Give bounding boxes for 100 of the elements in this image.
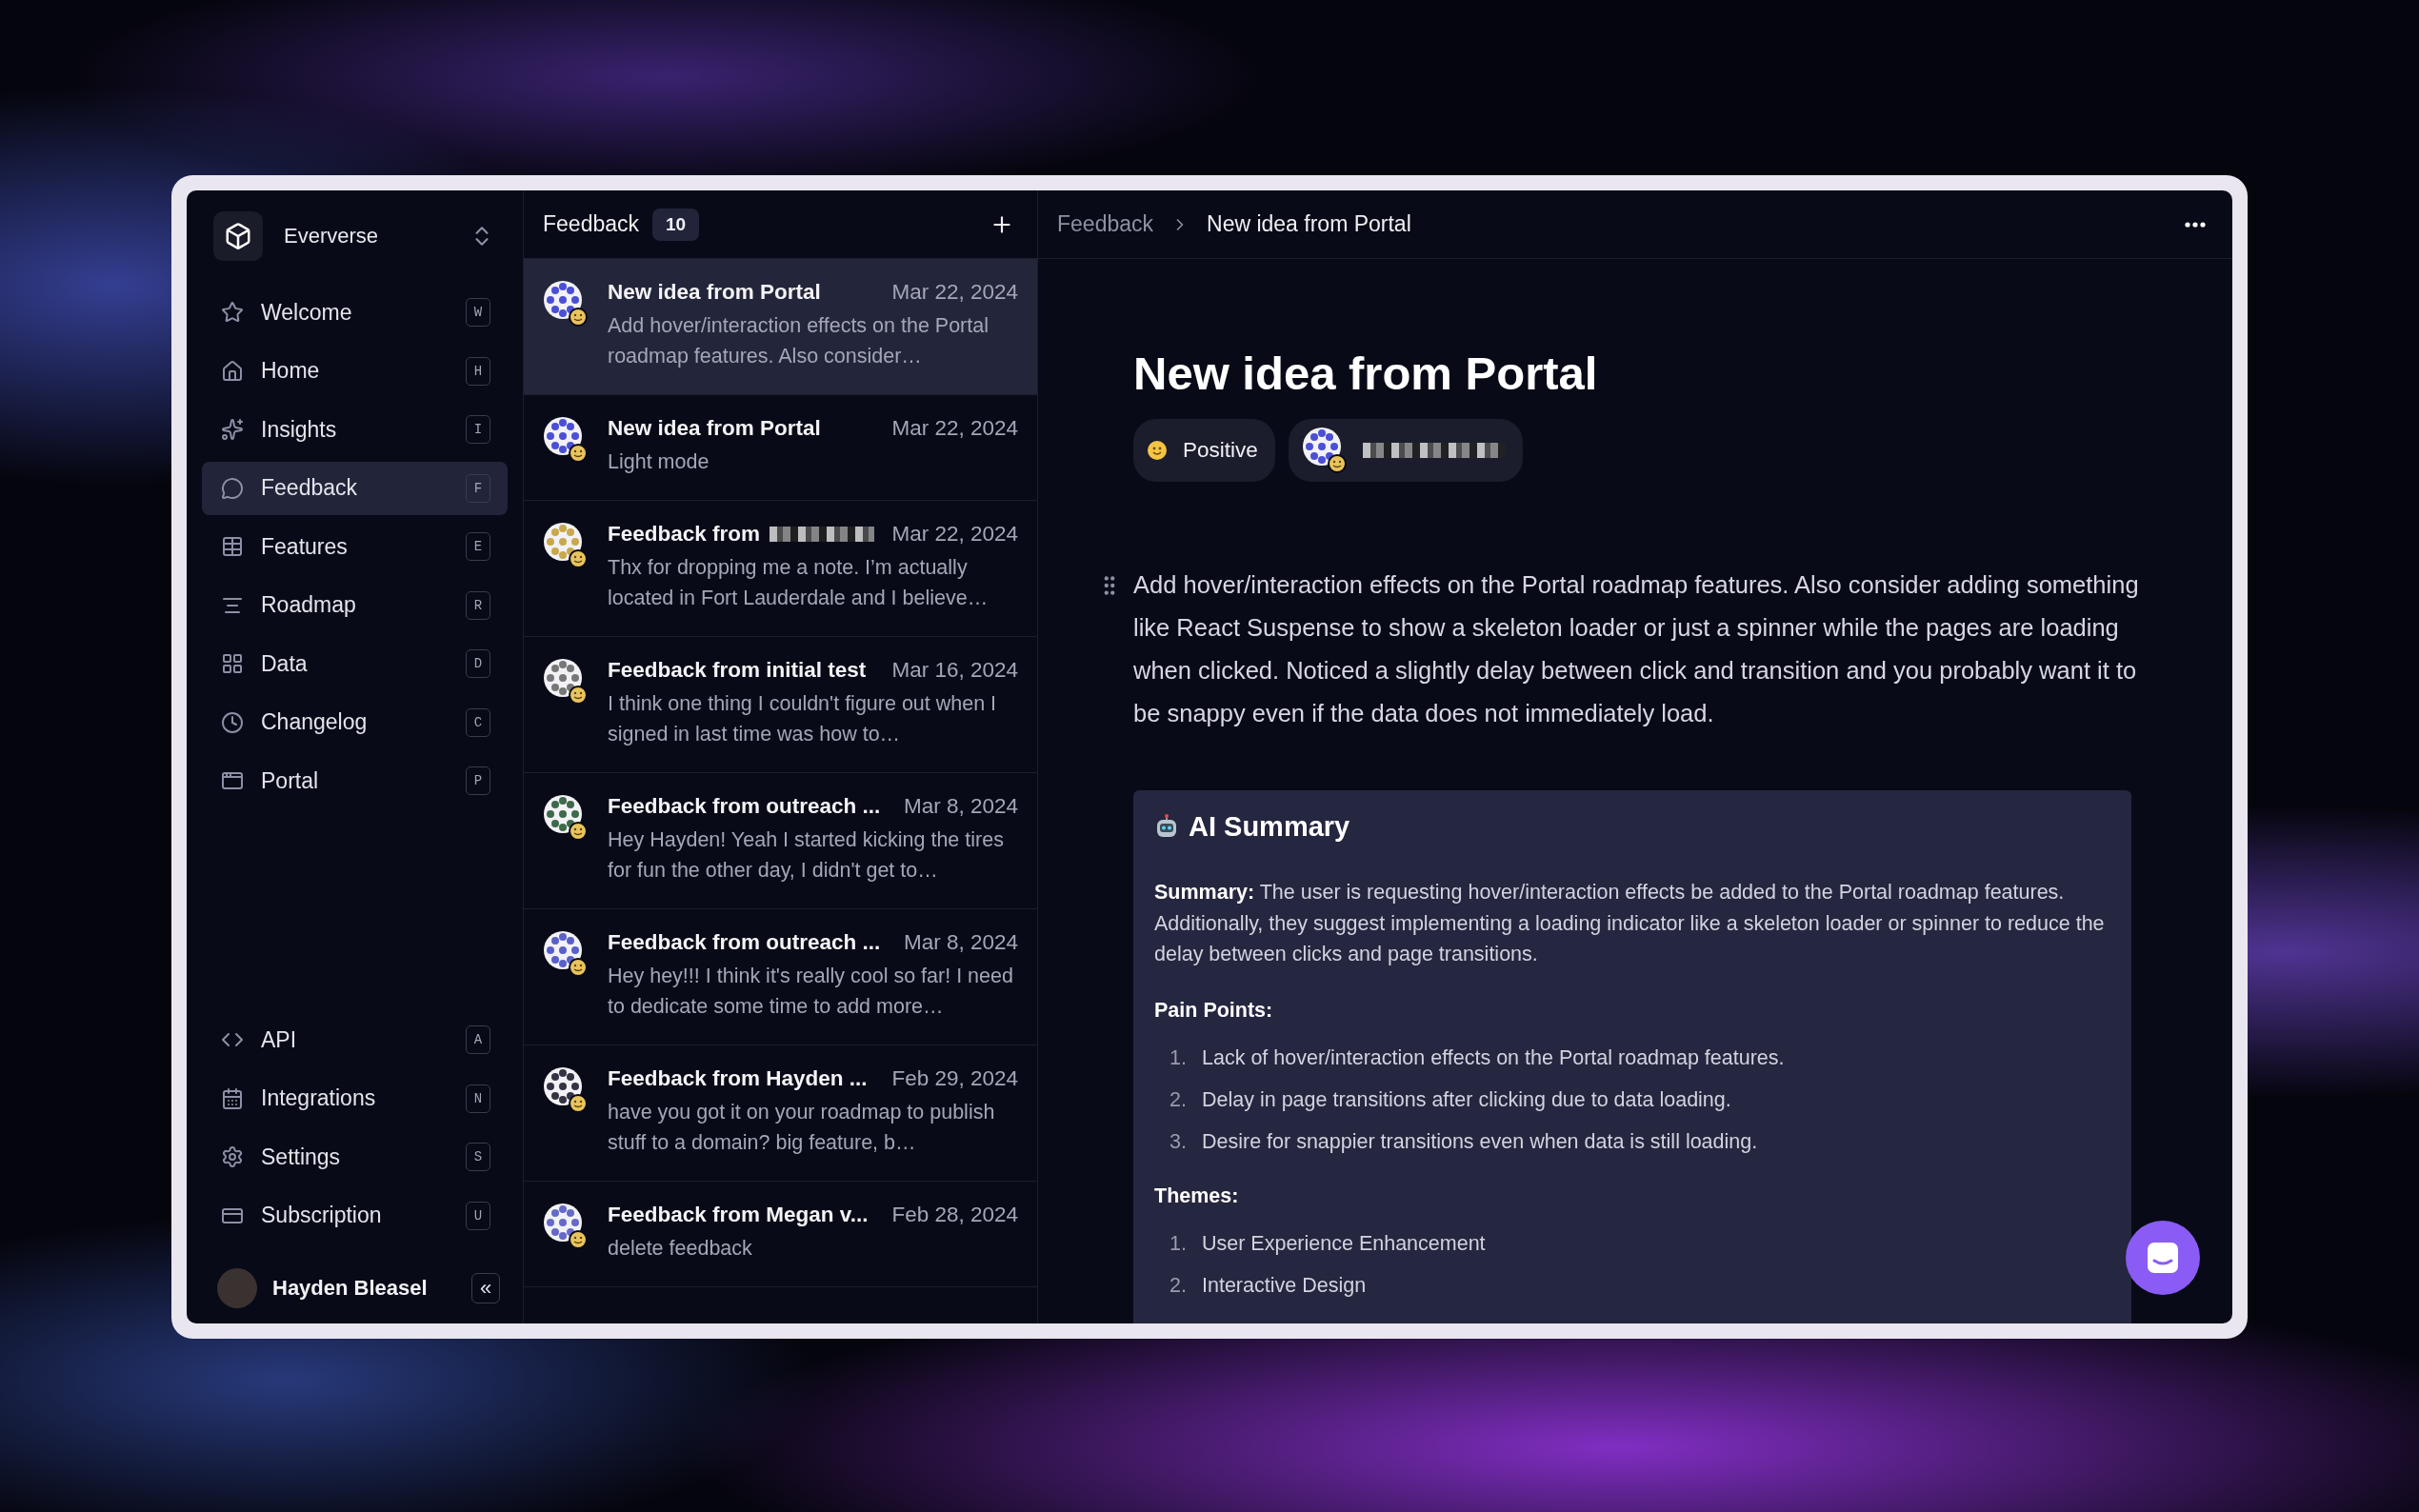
feedback-preview: Hey hey!!! I think it's really cool so far! I need to dedicate some time to add more… [608,964,1014,1020]
chat-icon [2145,1240,2181,1276]
summary-title: AI Summary [1189,811,1350,843]
nav-item[interactable]: Subscription U [202,1188,508,1243]
home-icon [221,359,244,383]
feedback-title: New idea from Portal [608,280,821,305]
feedback-body: Add hover/interaction effects on the Portal roadmap features. Also consider adding something like React Suspense to show a skeleton loader or just a spinner while the pages are loading when clicked. Noticed a slightly delay between click and transition and you probably want it to be snappy even if the data does not immediately load. [1133,570,2140,728]
feedback-date: Feb 28, 2024 [891,1203,1018,1227]
shortcut-key: S [466,1143,490,1171]
feedback-row[interactable]: Feedback from outreach ... Mar 8, 2024 Hey Hayden! Yeah I started kicking the tires for fun the other day, I didn't get to… [524,773,1037,909]
smiley-icon [1147,440,1168,461]
sentiment-chip[interactable]: Positive [1133,419,1275,482]
nav-item[interactable]: Settings S [202,1130,508,1184]
avatar-icon [543,794,589,842]
feedback-preview: have you got it on your roadmap to publish stuff to a domain? big feature, b… [608,1100,996,1156]
user-name: Hayden Bleasel [272,1276,429,1301]
nav-item[interactable]: Features E [202,520,508,573]
workspace-name: Eververse [284,224,380,249]
avatar-icon [543,658,589,706]
feedback-preview: Light mode [608,449,710,475]
grid-icon [221,652,244,675]
shortcut-key: W [466,298,490,327]
table-icon [221,535,244,558]
feedback-row[interactable]: Feedback from Hayden ... Feb 29, 2024 have you got it on your roadmap to publish stuff to a domain? big feature, b… [524,1045,1037,1182]
feedback-title: Feedback from Hayden ... [608,1066,868,1091]
shortcut-key: R [466,590,490,620]
feedback-date: Feb 29, 2024 [891,1066,1018,1091]
feedback-row[interactable]: New idea from Portal Mar 22, 2024 Add hover/interaction effects on the Portal roadmap features. Also consider… [524,259,1037,395]
shortcut-key: A [466,1025,490,1054]
nav-item[interactable]: Integrations N [202,1071,508,1125]
list-number: 1. [1169,1044,1187,1071]
avatar-icon [1301,427,1348,474]
nav-item[interactable]: Welcome W [202,286,508,339]
summary-text: Summary: The user is requesting hover/interaction effects be added to the Portal roadmap features. Additionally, they suggest implementing a loading indicator like a skeleton loader or spinner to reduce the delay between clicks and page transitions. [1154,880,2106,967]
shortcut-key: E [466,532,490,561]
shortcut-key: F [466,473,490,503]
section-heading: Themes: [1154,1184,1240,1208]
list-item: Lack of hover/interaction effects on the Portal roadmap features. [1202,1044,1785,1071]
list-number: 2. [1169,1086,1187,1113]
feedback-title: Feedback from Megan v... [608,1203,869,1227]
feedback-title: Feedback from outreach ... [608,794,881,819]
nav-item[interactable]: Home H [202,344,508,398]
author-chip[interactable] [1288,419,1523,482]
feedback-date: Mar 16, 2024 [891,658,1018,683]
sparkles-icon [221,418,244,441]
avatar-icon [543,522,589,569]
more-icon [2185,221,2206,228]
collapse-button[interactable]: « [471,1273,500,1303]
feedback-row[interactable]: Feedback from Mar 22, 2024 Thx for dropping me a note. I’m actually located in Fort Lauderdale and I believe… [524,501,1037,637]
nav-item[interactable]: Insights I [202,403,508,456]
clock-icon [221,710,244,734]
feedback-row[interactable]: New idea from Portal Mar 22, 2024 Light mode [524,395,1037,501]
star-icon [221,301,244,324]
feedback-date: Mar 22, 2024 [891,522,1018,547]
feedback-preview: Thx for dropping me a note. I’m actually located in Fort Lauderdale and I believe… [608,555,990,611]
feedback-preview: Add hover/interaction effects on the Portal roadmap features. Also consider… [608,313,990,369]
feedback-row[interactable]: Feedback from initial test Mar 16, 2024 I think one thing I couldn't figure out when I signed in last time was how to… [524,637,1037,773]
nav-item[interactable]: Feedback F [202,461,508,515]
feedback-title: Feedback from initial test [608,658,867,683]
list-item: Interactive Design [1202,1272,1367,1299]
feedback-title: New idea from Portal [608,416,821,441]
list-title: Feedback [543,211,639,237]
list-number: 1. [1169,1230,1187,1257]
shortcut-key: U [466,1201,490,1230]
feedback-heading: New idea from Portal [1133,347,1599,400]
breadcrumb-link[interactable]: New idea from Portal [1207,211,1411,237]
section-heading: Pain Points: [1154,998,1274,1023]
shortcut-key: P [466,766,490,795]
feedback-date: Mar 8, 2024 [903,930,1018,955]
list-item: Desire for snappier transitions even when data is still loading. [1202,1128,1758,1155]
gear-icon [221,1145,244,1168]
nav-item[interactable]: Portal P [202,754,508,807]
nav-item[interactable]: Changelog C [202,695,508,749]
avatar-icon [543,416,589,464]
feedback-title: Feedback from [608,522,761,547]
feedback-preview: I think one thing I couldn't figure out when I signed in last time was how to… [608,691,998,747]
user-avatar [217,1268,257,1308]
nav-item[interactable]: Roadmap R [202,578,508,632]
avatar-icon [543,1203,589,1250]
list-number: 2. [1169,1272,1187,1299]
list-item: Delay in page transitions after clicking due to data loading. [1202,1086,1731,1113]
window-icon [221,769,244,792]
feedback-row[interactable]: Feedback from outreach ... Mar 8, 2024 Hey hey!!! I think it's really cool so far! I need to dedicate some time to add more… [524,909,1037,1045]
workspace-logo [213,211,263,261]
avatar-icon [543,1066,589,1114]
feedback-preview: delete feedback [608,1236,753,1262]
shortcut-key: N [466,1084,490,1113]
avatar-icon [543,930,589,978]
feedback-date: Mar 22, 2024 [891,280,1018,305]
shortcut-key: I [466,415,490,444]
nav-item[interactable]: Data D [202,637,508,690]
feedback-date: Mar 8, 2024 [903,794,1018,819]
chat-bubble-icon [221,476,244,500]
nav-item[interactable]: API A [202,1013,508,1066]
breadcrumb-link[interactable]: Feedback [1057,211,1153,237]
feedback-row[interactable]: Feedback from Megan v... Feb 28, 2024 delete feedback [524,1182,1037,1287]
more-button[interactable] [2185,221,2206,228]
avatar-icon [543,280,589,328]
feedback-date: Mar 22, 2024 [891,416,1018,441]
list-item: User Experience Enhancement [1202,1230,1486,1257]
